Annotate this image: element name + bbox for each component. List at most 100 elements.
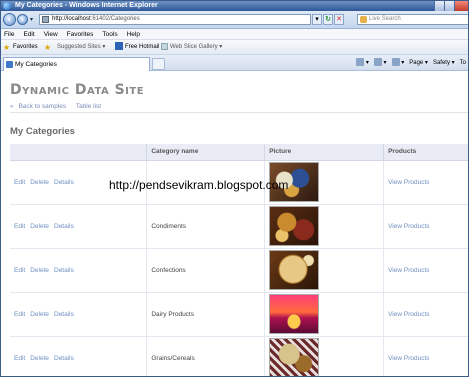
products-cell: View Products [383, 292, 468, 337]
home-icon[interactable] [356, 58, 365, 67]
breadcrumb: « Back to samples Table list [10, 103, 101, 110]
maximize-button[interactable] [444, 1, 454, 11]
web-slice-label: Web Slice Gallery ▾ [170, 44, 223, 50]
url-input[interactable]: http://localhost:61402/Categories [39, 14, 311, 25]
tab-title: My Categories [15, 61, 57, 68]
category-picture [269, 294, 320, 334]
view-products-link[interactable]: View Products [388, 267, 429, 274]
close-window-button[interactable] [454, 1, 468, 11]
view-products-link[interactable]: View Products [388, 179, 429, 186]
tab-my-categories[interactable]: My Categories [3, 57, 150, 71]
back-arrow-icon: « [10, 103, 14, 110]
back-to-samples-link[interactable]: Back to samples [18, 103, 66, 110]
view-products-link[interactable]: View Products [388, 223, 429, 230]
site-title: Dynamic Data Site [10, 82, 145, 98]
row-actions: Edit Delete Details [10, 336, 148, 376]
table-row: Edit Delete Details Grains/Cereals View Pr… [10, 336, 468, 376]
title-bar: My Categories - Windows Internet Explore… [1, 1, 468, 11]
picture-cell [264, 292, 385, 337]
page-icon [42, 16, 49, 23]
table-row: Edit Delete Details Dairy Products View Pr… [10, 292, 468, 337]
view-products-link[interactable]: View Products [388, 355, 429, 362]
print-icon[interactable] [391, 58, 400, 67]
page-menu[interactable]: Page ▾ [409, 57, 428, 69]
hotmail-icon [115, 42, 123, 51]
watermark-text: http://pendsevikram.blogspot.com [109, 178, 289, 192]
table-header-row: Category name Picture Products [10, 144, 468, 161]
header-category-name[interactable]: Category name [146, 144, 266, 161]
details-link[interactable]: Details [54, 355, 74, 362]
feeds-icon[interactable] [373, 58, 382, 67]
picture-cell [264, 336, 385, 376]
web-slice-gallery-link[interactable]: Web Slice Gallery ▾ [161, 40, 222, 55]
details-link[interactable]: Details [54, 267, 74, 274]
menu-tools[interactable]: Tools [102, 29, 117, 39]
menu-file[interactable]: File [4, 29, 14, 39]
favorites-bar: ★ Favorites ★ Suggested Sites ▾ Free Hot… [1, 40, 468, 55]
back-button[interactable]: ‹ [3, 13, 16, 26]
picture-cell [264, 248, 385, 293]
hotmail-label: Free Hotmail [125, 44, 160, 50]
table-row: Edit Delete Details Condiments View Produc… [10, 204, 468, 249]
minimize-button[interactable] [434, 1, 444, 11]
recent-pages-dropdown-icon[interactable]: ▾ [30, 16, 33, 23]
category-picture [269, 206, 320, 246]
delete-link[interactable]: Delete [30, 311, 49, 318]
menu-favorites[interactable]: Favorites [67, 29, 94, 39]
header-actions [10, 144, 148, 161]
picture-cell [264, 204, 385, 249]
details-link[interactable]: Details [54, 311, 74, 318]
page-content: Dynamic Data Site « Back to samples Tabl… [1, 72, 468, 376]
row-actions: Edit Delete Details [10, 204, 148, 249]
search-input[interactable]: Live Search [357, 14, 468, 25]
favorites-star-icon[interactable]: ★ [3, 43, 10, 52]
command-bar: ▾ ▾ ▾ Page ▾ Safety ▾ To [351, 57, 466, 69]
stop-icon[interactable]: ✕ [334, 14, 344, 25]
table-row: Edit Delete Details Confections View Produ… [10, 248, 468, 293]
edit-link[interactable]: Edit [14, 223, 25, 230]
search-placeholder: Live Search [369, 16, 401, 22]
details-link[interactable]: Details [54, 179, 74, 186]
tools-menu[interactable]: To [460, 57, 466, 69]
window-controls [434, 1, 468, 11]
hotmail-link[interactable]: Free Hotmail [115, 40, 159, 55]
refresh-icon[interactable]: ↻ [323, 14, 333, 25]
browser-window: My Categories - Windows Internet Explore… [0, 0, 469, 377]
details-link[interactable]: Details [54, 223, 74, 230]
header-products: Products [383, 144, 468, 161]
products-cell: View Products [383, 204, 468, 249]
products-cell: View Products [383, 160, 468, 205]
favorites-button[interactable]: Favorites [13, 40, 38, 55]
products-cell: View Products [383, 336, 468, 376]
add-favorite-icon[interactable]: ★ [44, 43, 51, 52]
edit-link[interactable]: Edit [14, 179, 25, 186]
edit-link[interactable]: Edit [14, 267, 25, 274]
header-picture[interactable]: Picture [264, 144, 385, 161]
delete-link[interactable]: Delete [30, 223, 49, 230]
page-title: My Categories [10, 126, 75, 137]
web-slice-icon [161, 42, 168, 50]
table-list-link[interactable]: Table list [76, 103, 101, 110]
header-divider [10, 112, 468, 113]
edit-link[interactable]: Edit [14, 311, 25, 318]
menu-view[interactable]: View [44, 29, 58, 39]
new-tab-button[interactable] [152, 58, 165, 70]
category-name-cell: Grains/Cereals [146, 336, 266, 376]
forward-button[interactable]: › [17, 14, 28, 25]
menu-edit[interactable]: Edit [23, 29, 34, 39]
tab-row: My Categories ▾ ▾ ▾ Page ▾ Safety ▾ To [1, 55, 468, 71]
suggested-sites-link[interactable]: Suggested Sites ▾ [57, 40, 105, 55]
compatibility-view-icon[interactable]: ▾ [312, 14, 322, 25]
url-actions: ▾ ↻ ✕ [312, 14, 344, 25]
delete-link[interactable]: Delete [30, 267, 49, 274]
edit-link[interactable]: Edit [14, 355, 25, 362]
delete-link[interactable]: Delete [30, 179, 49, 186]
menu-help[interactable]: Help [127, 29, 140, 39]
row-actions: Edit Delete Details [10, 292, 148, 337]
window-title: My Categories - Windows Internet Explore… [15, 2, 158, 9]
delete-link[interactable]: Delete [30, 355, 49, 362]
category-name-cell: Dairy Products [146, 292, 266, 337]
view-products-link[interactable]: View Products [388, 311, 429, 318]
ie-logo-icon [3, 2, 11, 10]
safety-menu[interactable]: Safety ▾ [433, 57, 455, 69]
